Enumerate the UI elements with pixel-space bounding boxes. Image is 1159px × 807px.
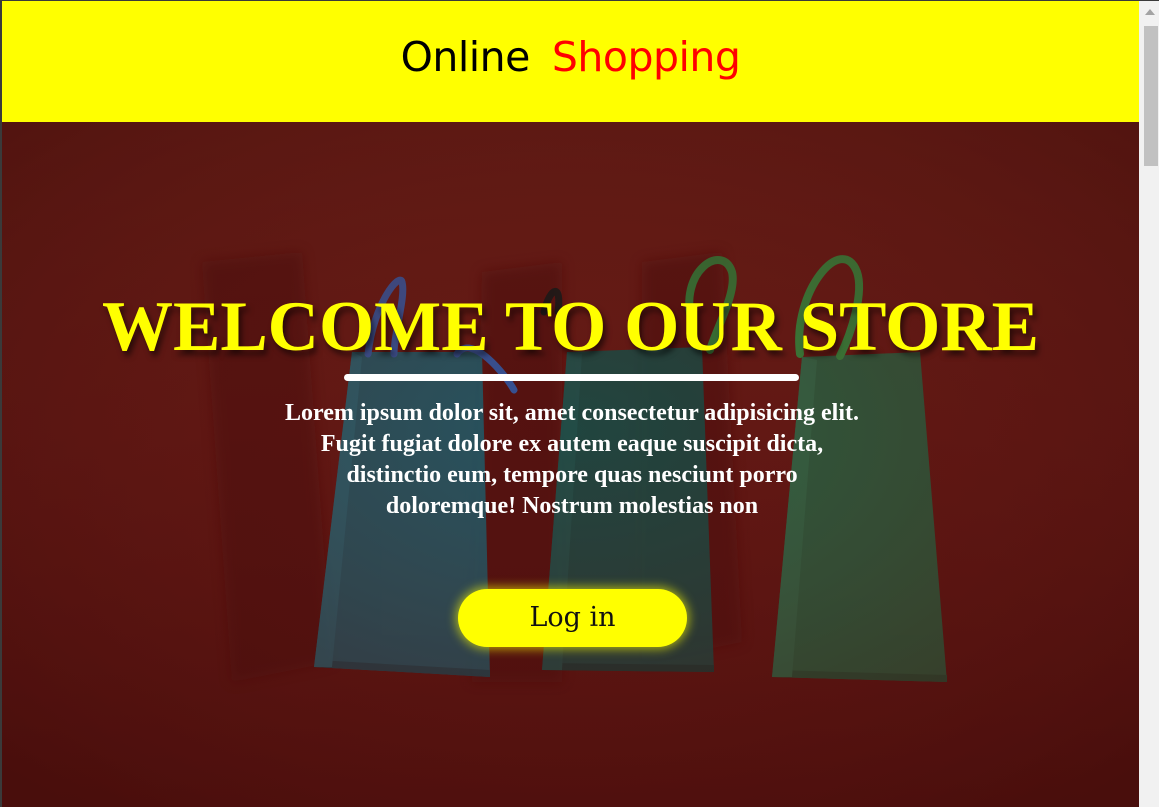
brand-online-text: Online [400,33,531,81]
hero-content: WELCOME TO OUR STORE Lorem ipsum dolor s… [2,122,1139,807]
login-button[interactable]: Log in [458,589,687,647]
scrollbar-thumb[interactable] [1144,26,1158,166]
hero-title: WELCOME TO OUR STORE [101,288,1040,366]
chevron-up-icon[interactable] [1139,1,1159,23]
hero-description: Lorem ipsum dolor sit, amet consectetur … [285,400,859,519]
page-viewport: Online Shopping WELCOME TO OUR STORE Lor… [2,1,1139,807]
hero-section: WELCOME TO OUR STORE Lorem ipsum dolor s… [2,122,1139,807]
site-header: Online Shopping [2,1,1139,122]
title-underline-divider [344,374,799,381]
brand-shopping-text: Shopping [551,33,741,81]
browser-window: Online Shopping WELCOME TO OUR STORE Lor… [0,0,1159,807]
vertical-scrollbar[interactable] [1139,1,1159,807]
